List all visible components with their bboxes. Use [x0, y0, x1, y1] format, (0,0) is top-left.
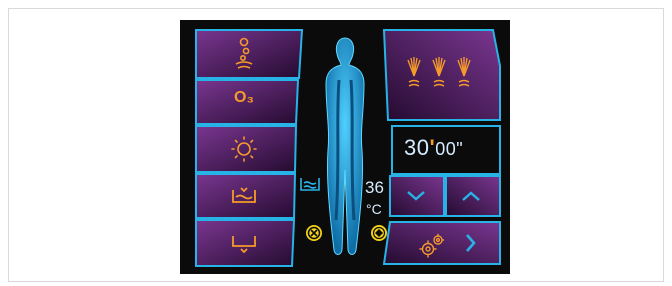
left-panel: [194, 29, 304, 267]
jets-button[interactable]: [382, 29, 501, 121]
bubbles-button[interactable]: [195, 29, 304, 79]
timer-second-mark: ʺ: [456, 139, 464, 159]
settings-next-button[interactable]: [382, 221, 501, 265]
body-figure: [325, 37, 365, 255]
drain-button[interactable]: [195, 219, 296, 267]
water-level-icon: [300, 178, 320, 191]
control-screen: O₃ 36 °C 30ʹ00ʺ: [180, 20, 510, 274]
timer-up-button[interactable]: [445, 175, 501, 217]
light-button[interactable]: [195, 125, 298, 173]
timer-value: 30ʹ00ʺ: [404, 135, 463, 161]
stop-x-icon[interactable]: [306, 225, 322, 241]
ozone-label: O₃: [234, 89, 254, 106]
water-temp-value: 36: [365, 178, 384, 197]
water-temp-unit: °C: [366, 201, 382, 217]
timer-seconds: 00: [435, 139, 457, 159]
timer-minutes: 30: [404, 135, 430, 160]
bath-fill-button[interactable]: [195, 173, 297, 219]
timer-down-button[interactable]: [389, 175, 445, 217]
diamond-icon[interactable]: [371, 225, 387, 241]
